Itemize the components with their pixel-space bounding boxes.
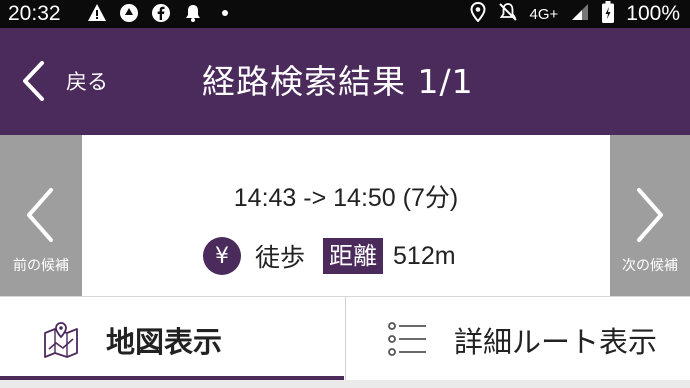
tab-map-view[interactable]: 地図表示: [0, 297, 344, 381]
distance-badge: 距離: [323, 238, 384, 274]
list-icon: [388, 322, 426, 356]
tab-detail-label: 詳細ルート表示: [454, 325, 658, 359]
fare-icon: ¥: [203, 237, 241, 275]
transport-mode: 徒歩: [255, 243, 306, 272]
maps-icon: [118, 3, 140, 25]
status-bar: 20:32 4G+ 100%: [0, 0, 690, 28]
next-candidate-button[interactable]: 次の候補: [610, 135, 690, 296]
facebook-icon: [150, 3, 172, 25]
map-icon: [44, 322, 78, 358]
battery-percent: 100%: [626, 2, 680, 25]
tab-map-label: 地図表示: [106, 325, 223, 359]
system-icons: 4G+ 100%: [469, 1, 680, 27]
route-summary-card: 14:43 -> 14:50 (7分) ¥ 徒歩 距離 512m: [82, 135, 610, 296]
mute-icon: [498, 2, 518, 26]
dot-icon: [214, 3, 236, 25]
route-result-panel: 前の候補 14:43 -> 14:50 (7分) ¥ 徒歩 距離 512m 次の…: [0, 135, 690, 296]
back-label: 戻る: [66, 70, 108, 94]
chevron-right-icon: [637, 188, 663, 242]
prev-candidate-label: 前の候補: [13, 258, 69, 274]
back-button[interactable]: 戻る: [20, 56, 108, 106]
time-range: 14:43 -> 14:50 (7分): [233, 184, 459, 212]
bell-icon: [182, 3, 204, 25]
warning-icon: [86, 3, 108, 25]
header-bar: 戻る 経路検索結果 1/1: [0, 28, 690, 135]
chevron-left-icon: [23, 61, 44, 101]
network-type: 4G+: [529, 5, 559, 23]
status-time: 20:32: [8, 2, 61, 25]
prev-candidate-button[interactable]: 前の候補: [0, 135, 82, 296]
signal-icon: [570, 2, 590, 26]
route-info-row: ¥ 徒歩 距離 512m: [203, 235, 456, 277]
location-icon: [469, 1, 486, 26]
distance-value: 512m: [393, 241, 456, 270]
chevron-left-icon: [27, 188, 53, 242]
tab-bar: 地図表示 詳細ルート表示: [0, 296, 690, 381]
notification-icons: [86, 1, 236, 27]
tab-detail-route[interactable]: 詳細ルート表示: [345, 297, 690, 381]
next-candidate-label: 次の候補: [622, 258, 678, 274]
page-title: 経路検索結果 1/1: [202, 62, 474, 101]
map-area[interactable]: [0, 380, 690, 388]
battery-icon: [602, 1, 615, 27]
